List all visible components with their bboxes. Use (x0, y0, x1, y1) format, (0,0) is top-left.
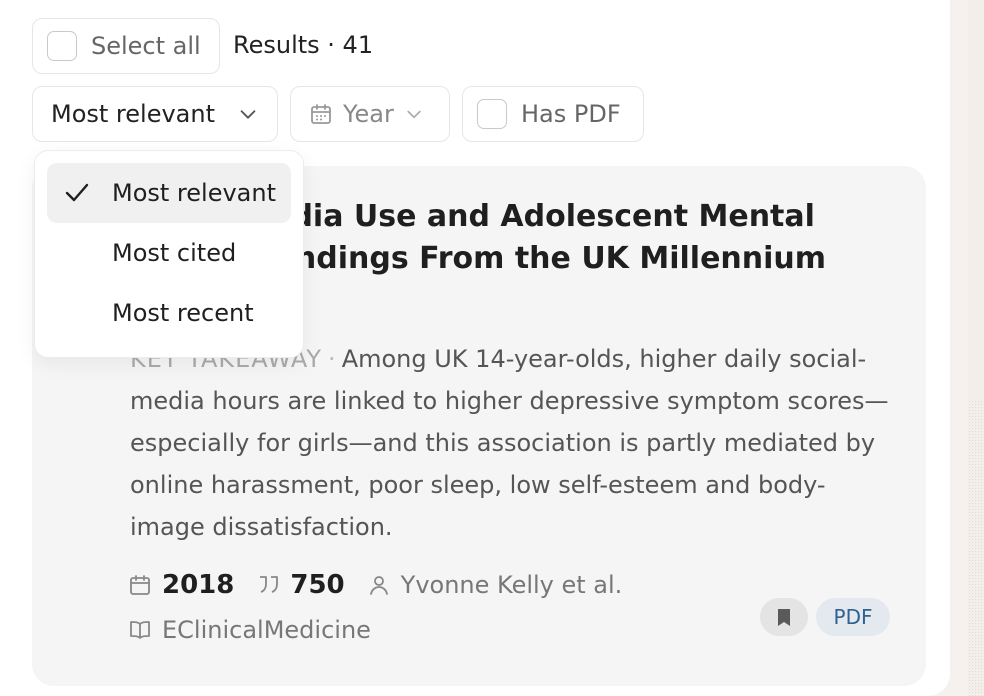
key-takeaway: KEY TAKEAWAY · Among UK 14-year-olds, high… (130, 338, 890, 548)
sort-dropdown-menu: Most relevant Most cited Most recent (34, 150, 304, 358)
person-icon (369, 576, 388, 595)
sort-select-value: Most relevant (51, 100, 216, 128)
select-all-label: Select all (91, 32, 201, 60)
results-count: Results · 41 (233, 31, 374, 59)
chevron-down-icon (407, 110, 421, 119)
has-pdf-checkbox[interactable] (477, 99, 507, 129)
dotted-pattern (968, 400, 984, 696)
journal-name[interactable]: EClinicalMedicine (162, 616, 371, 644)
paper-year: 2018 (162, 570, 235, 600)
sort-option-label: Most recent (112, 299, 254, 327)
calendar-icon (311, 104, 331, 124)
sort-option-most-cited[interactable]: Most cited (47, 223, 291, 283)
sort-option-most-relevant[interactable]: Most relevant (47, 163, 291, 223)
sort-option-label: Most cited (112, 239, 237, 267)
chevron-down-icon (240, 110, 256, 119)
paper-meta-row: 2018 750 Yvonne Kelly et al. (128, 570, 622, 600)
separator-dot: · (328, 345, 336, 373)
side-strip (968, 0, 984, 696)
calendar-icon (130, 575, 150, 595)
year-filter-label: Year (343, 100, 394, 128)
bookmark-button[interactable] (760, 598, 808, 636)
select-all-toggle[interactable]: Select all (32, 18, 220, 74)
key-takeaway-text: Among UK 14-year-olds, higher daily soci… (130, 345, 889, 541)
bookmark-icon (778, 609, 790, 626)
paper-authors[interactable]: Yvonne Kelly et al. (401, 571, 623, 599)
journal-row: EClinicalMedicine (128, 616, 371, 644)
pdf-button[interactable]: PDF (816, 598, 890, 636)
quote-icon (260, 576, 279, 593)
year-filter[interactable]: Year (290, 86, 450, 142)
citation-count: 750 (290, 570, 345, 600)
check-icon (65, 183, 89, 202)
select-all-checkbox[interactable] (47, 31, 77, 61)
has-pdf-filter[interactable]: Has PDF (462, 86, 644, 142)
sort-option-label: Most relevant (112, 179, 277, 207)
has-pdf-label: Has PDF (521, 100, 621, 128)
book-icon (130, 621, 150, 639)
results-panel: Select all Results · 41 Most relevant Ye… (0, 0, 950, 696)
sort-select[interactable]: Most relevant (32, 86, 278, 142)
sort-option-most-recent[interactable]: Most recent (47, 283, 291, 343)
